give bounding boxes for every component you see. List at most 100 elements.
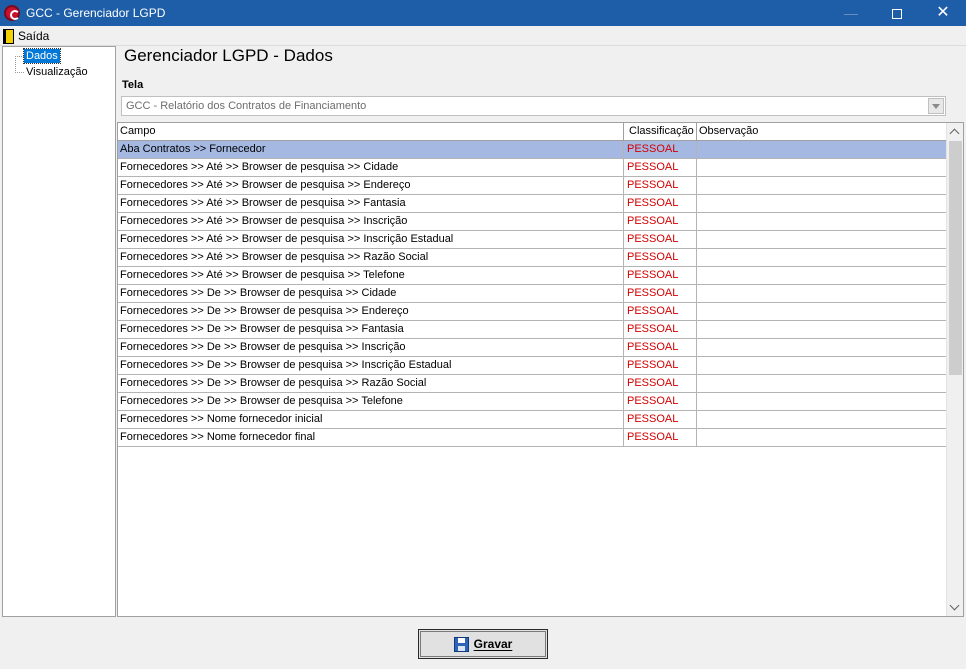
cell-observacao[interactable] <box>697 195 947 212</box>
table-row[interactable]: Fornecedores >> Até >> Browser de pesqui… <box>118 231 947 249</box>
table-row[interactable]: Fornecedores >> Até >> Browser de pesqui… <box>118 267 947 285</box>
cell-classificacao[interactable]: PESSOAL <box>624 267 697 284</box>
exit-door-icon <box>3 28 14 44</box>
cell-campo[interactable]: Fornecedores >> De >> Browser de pesquis… <box>118 303 624 320</box>
cell-classificacao[interactable]: PESSOAL <box>624 213 697 230</box>
data-grid: Campo Classificação Observação Aba Contr… <box>117 122 964 617</box>
tree-item-dados[interactable]: Dados <box>23 48 61 64</box>
cell-observacao[interactable] <box>697 411 947 428</box>
cell-observacao[interactable] <box>697 267 947 284</box>
cell-classificacao[interactable]: PESSOAL <box>624 159 697 176</box>
cell-observacao[interactable] <box>697 429 947 446</box>
cell-classificacao[interactable]: PESSOAL <box>624 339 697 356</box>
tree-connector <box>15 56 24 57</box>
vertical-scrollbar[interactable] <box>946 123 963 616</box>
table-row[interactable]: Fornecedores >> De >> Browser de pesquis… <box>118 339 947 357</box>
table-row[interactable]: Fornecedores >> De >> Browser de pesquis… <box>118 303 947 321</box>
table-row[interactable]: Fornecedores >> Até >> Browser de pesqui… <box>118 213 947 231</box>
cell-classificacao[interactable]: PESSOAL <box>624 357 697 374</box>
tela-select-value: GCC - Relatório dos Contratos de Financi… <box>126 100 367 112</box>
cell-classificacao[interactable]: PESSOAL <box>624 321 697 338</box>
page-title: Gerenciador LGPD - Dados <box>124 46 333 65</box>
tree-connector <box>15 72 24 73</box>
cell-campo[interactable]: Fornecedores >> Até >> Browser de pesqui… <box>118 177 624 194</box>
cell-observacao[interactable] <box>697 231 947 248</box>
cell-observacao[interactable] <box>697 249 947 266</box>
cell-observacao[interactable] <box>697 339 947 356</box>
tela-select[interactable]: GCC - Relatório dos Contratos de Financi… <box>121 96 946 116</box>
table-row[interactable]: Fornecedores >> De >> Browser de pesquis… <box>118 393 947 411</box>
cell-campo[interactable]: Fornecedores >> Nome fornecedor inicial <box>118 411 624 428</box>
table-row[interactable]: Fornecedores >> Até >> Browser de pesqui… <box>118 177 947 195</box>
tree-connector <box>15 56 16 73</box>
cell-classificacao[interactable]: PESSOAL <box>624 285 697 302</box>
table-row[interactable]: Aba Contratos >> Fornecedor PESSOAL <box>118 141 947 159</box>
cell-classificacao[interactable]: PESSOAL <box>624 375 697 392</box>
menu-bar: Saída <box>0 26 966 46</box>
table-row[interactable]: Fornecedores >> De >> Browser de pesquis… <box>118 321 947 339</box>
cell-observacao[interactable] <box>697 177 947 194</box>
table-row[interactable]: Fornecedores >> De >> Browser de pesquis… <box>118 357 947 375</box>
cell-classificacao[interactable]: PESSOAL <box>624 429 697 446</box>
cell-campo[interactable]: Fornecedores >> Até >> Browser de pesqui… <box>118 195 624 212</box>
cell-classificacao[interactable]: PESSOAL <box>624 231 697 248</box>
cell-campo[interactable]: Fornecedores >> De >> Browser de pesquis… <box>118 393 624 410</box>
cell-campo[interactable]: Fornecedores >> De >> Browser de pesquis… <box>118 375 624 392</box>
cell-observacao[interactable] <box>697 321 947 338</box>
table-row[interactable]: Fornecedores >> Nome fornecedor inicial P… <box>118 411 947 429</box>
table-row[interactable]: Fornecedores >> Até >> Browser de pesqui… <box>118 249 947 267</box>
cell-classificacao[interactable]: PESSOAL <box>624 303 697 320</box>
cell-classificacao[interactable]: PESSOAL <box>624 177 697 194</box>
table-row[interactable]: Fornecedores >> De >> Browser de pesquis… <box>118 285 947 303</box>
menu-item-exit-label: Saída <box>18 29 50 43</box>
scroll-up-icon[interactable] <box>947 123 963 140</box>
window-title: GCC - Gerenciador LGPD <box>26 6 166 20</box>
cell-classificacao[interactable]: PESSOAL <box>624 411 697 428</box>
chevron-down-icon[interactable] <box>928 98 944 114</box>
table-row[interactable]: Fornecedores >> Nome fornecedor final PES… <box>118 429 947 447</box>
cell-campo[interactable]: Fornecedores >> De >> Browser de pesquis… <box>118 285 624 302</box>
maximize-icon <box>892 9 902 20</box>
save-button[interactable]: Gravar <box>418 629 548 659</box>
cell-observacao[interactable] <box>697 357 947 374</box>
cell-campo[interactable]: Fornecedores >> Até >> Browser de pesqui… <box>118 159 624 176</box>
cell-classificacao[interactable]: PESSOAL <box>624 249 697 266</box>
cell-classificacao[interactable]: PESSOAL <box>624 393 697 410</box>
navigation-tree: Dados Visualização <box>2 46 116 617</box>
cell-observacao[interactable] <box>697 213 947 230</box>
cell-observacao[interactable] <box>697 375 947 392</box>
cell-observacao[interactable] <box>697 159 947 176</box>
cell-classificacao[interactable]: PESSOAL <box>624 195 697 212</box>
cell-campo[interactable]: Fornecedores >> De >> Browser de pesquis… <box>118 321 624 338</box>
cell-campo[interactable]: Fornecedores >> Até >> Browser de pesqui… <box>118 249 624 266</box>
table-row[interactable]: Fornecedores >> De >> Browser de pesquis… <box>118 375 947 393</box>
cell-campo[interactable]: Fornecedores >> Até >> Browser de pesqui… <box>118 267 624 284</box>
app-logo-icon <box>4 5 20 21</box>
cell-campo[interactable]: Fornecedores >> Nome fornecedor final <box>118 429 624 446</box>
cell-observacao[interactable] <box>697 141 947 158</box>
close-button[interactable]: ✕ <box>920 0 966 26</box>
scroll-thumb[interactable] <box>949 141 962 375</box>
scroll-down-icon[interactable] <box>947 599 963 616</box>
cell-campo[interactable]: Fornecedores >> Até >> Browser de pesqui… <box>118 213 624 230</box>
cell-observacao[interactable] <box>697 393 947 410</box>
cell-observacao[interactable] <box>697 303 947 320</box>
cell-campo[interactable]: Fornecedores >> Até >> Browser de pesqui… <box>118 231 624 248</box>
column-header-classificacao[interactable]: Classificação <box>624 123 697 140</box>
table-row[interactable]: Fornecedores >> Até >> Browser de pesqui… <box>118 159 947 177</box>
table-row[interactable]: Fornecedores >> Até >> Browser de pesqui… <box>118 195 947 213</box>
title-bar: GCC - Gerenciador LGPD — ✕ <box>0 0 966 26</box>
column-header-observacao[interactable]: Observação <box>697 123 947 140</box>
menu-item-exit[interactable]: Saída <box>3 27 49 45</box>
grid-header: Campo Classificação Observação <box>118 123 947 141</box>
tree-item-visualizacao[interactable]: Visualização <box>24 65 90 79</box>
cell-classificacao[interactable]: PESSOAL <box>624 141 697 158</box>
save-button-label: Gravar <box>473 637 513 651</box>
cell-observacao[interactable] <box>697 285 947 302</box>
cell-campo[interactable]: Aba Contratos >> Fornecedor <box>118 141 624 158</box>
column-header-campo[interactable]: Campo <box>118 123 624 140</box>
cell-campo[interactable]: Fornecedores >> De >> Browser de pesquis… <box>118 339 624 356</box>
cell-campo[interactable]: Fornecedores >> De >> Browser de pesquis… <box>118 357 624 374</box>
minimize-button[interactable]: — <box>828 0 874 26</box>
maximize-button[interactable] <box>874 0 920 26</box>
